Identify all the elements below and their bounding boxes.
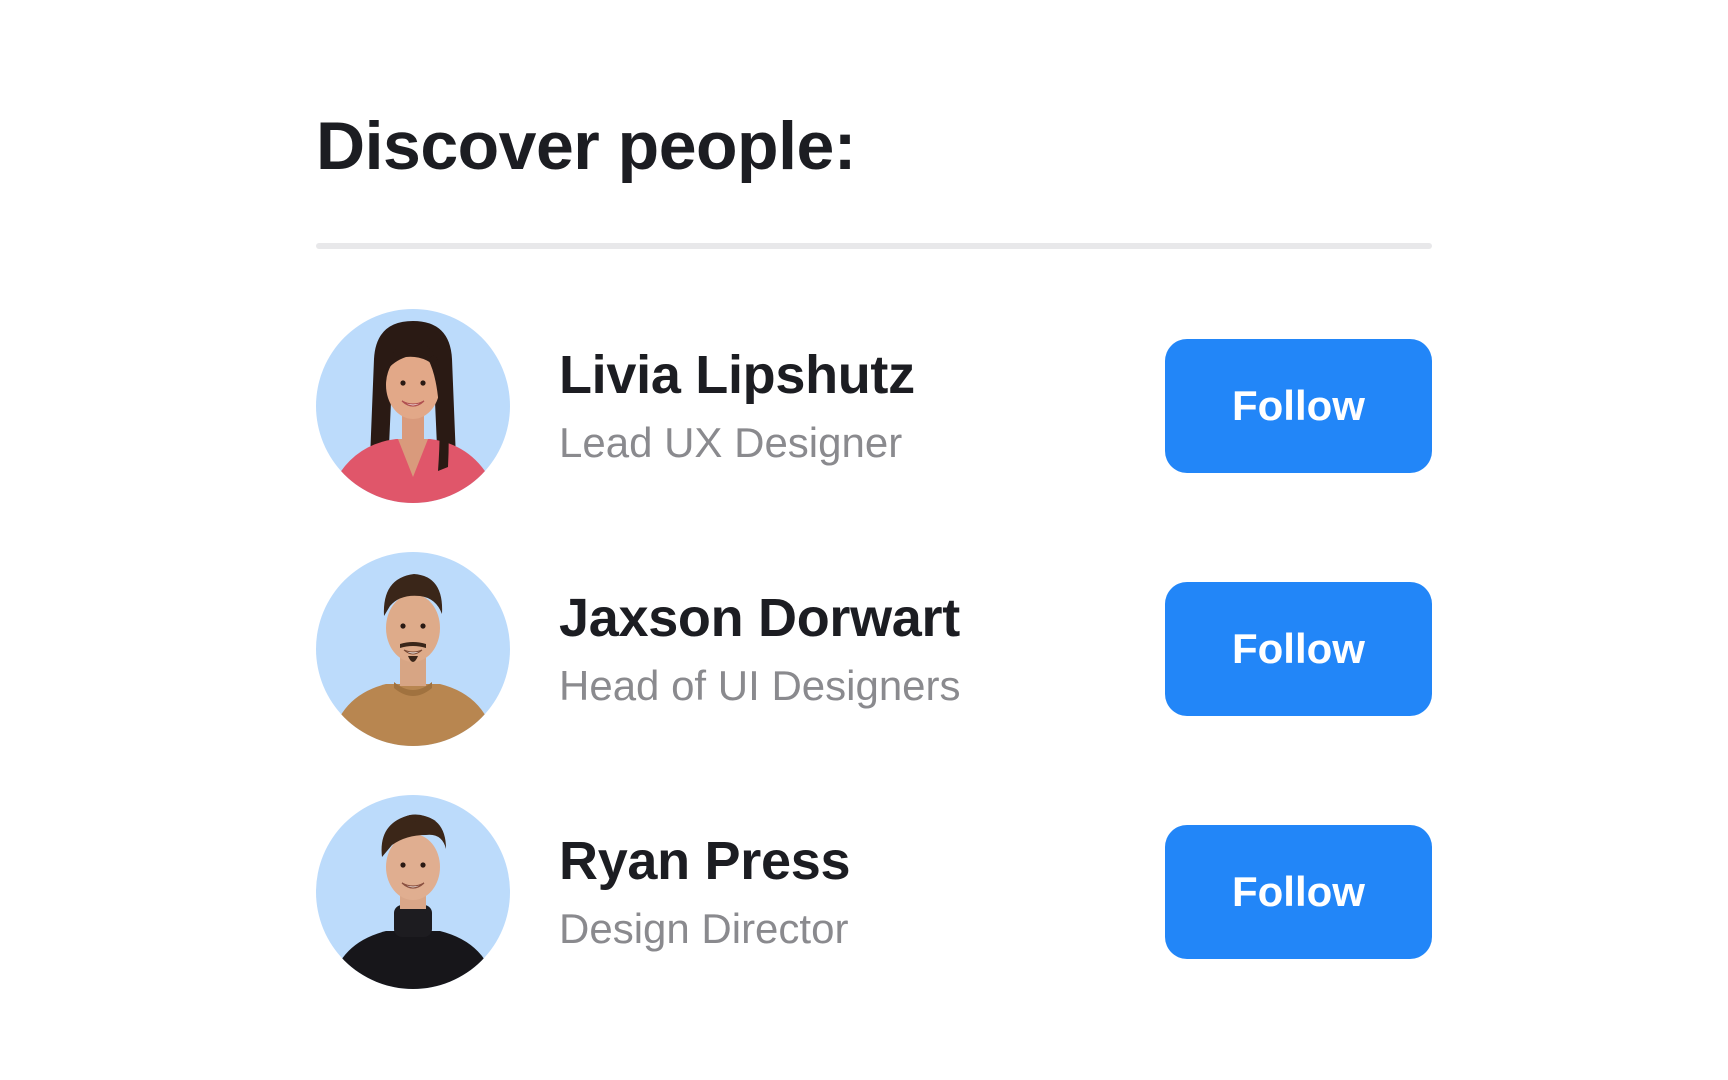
- page-title: Discover people:: [316, 108, 856, 184]
- person-role: Design Director: [559, 905, 849, 952]
- discover-people-panel: Discover people: Livia Lipshutz Lead UX …: [316, 96, 1432, 989]
- woman-portrait-icon: [336, 321, 490, 503]
- list-item: Livia Lipshutz Lead UX Designer Follow: [316, 309, 1432, 503]
- man-portrait-icon: [330, 574, 496, 746]
- avatar: [316, 552, 510, 746]
- people-list: Livia Lipshutz Lead UX Designer Follow J…: [316, 309, 1432, 989]
- person-name: Jaxson Dorwart: [559, 588, 960, 648]
- avatar: [316, 795, 510, 989]
- person-role: Head of UI Designers: [559, 662, 961, 709]
- follow-button[interactable]: Follow: [1165, 582, 1432, 716]
- list-item: Ryan Press Design Director Follow: [316, 795, 1432, 989]
- person-role: Lead UX Designer: [559, 419, 903, 466]
- man-portrait-icon: [330, 814, 496, 989]
- avatar: [316, 309, 510, 503]
- follow-button[interactable]: Follow: [1165, 339, 1432, 473]
- divider: [316, 243, 1432, 249]
- person-name: Ryan Press: [559, 831, 851, 891]
- list-item: Jaxson Dorwart Head of UI Designers Foll…: [316, 552, 1432, 746]
- follow-button[interactable]: Follow: [1165, 825, 1432, 959]
- person-name: Livia Lipshutz: [559, 345, 915, 405]
